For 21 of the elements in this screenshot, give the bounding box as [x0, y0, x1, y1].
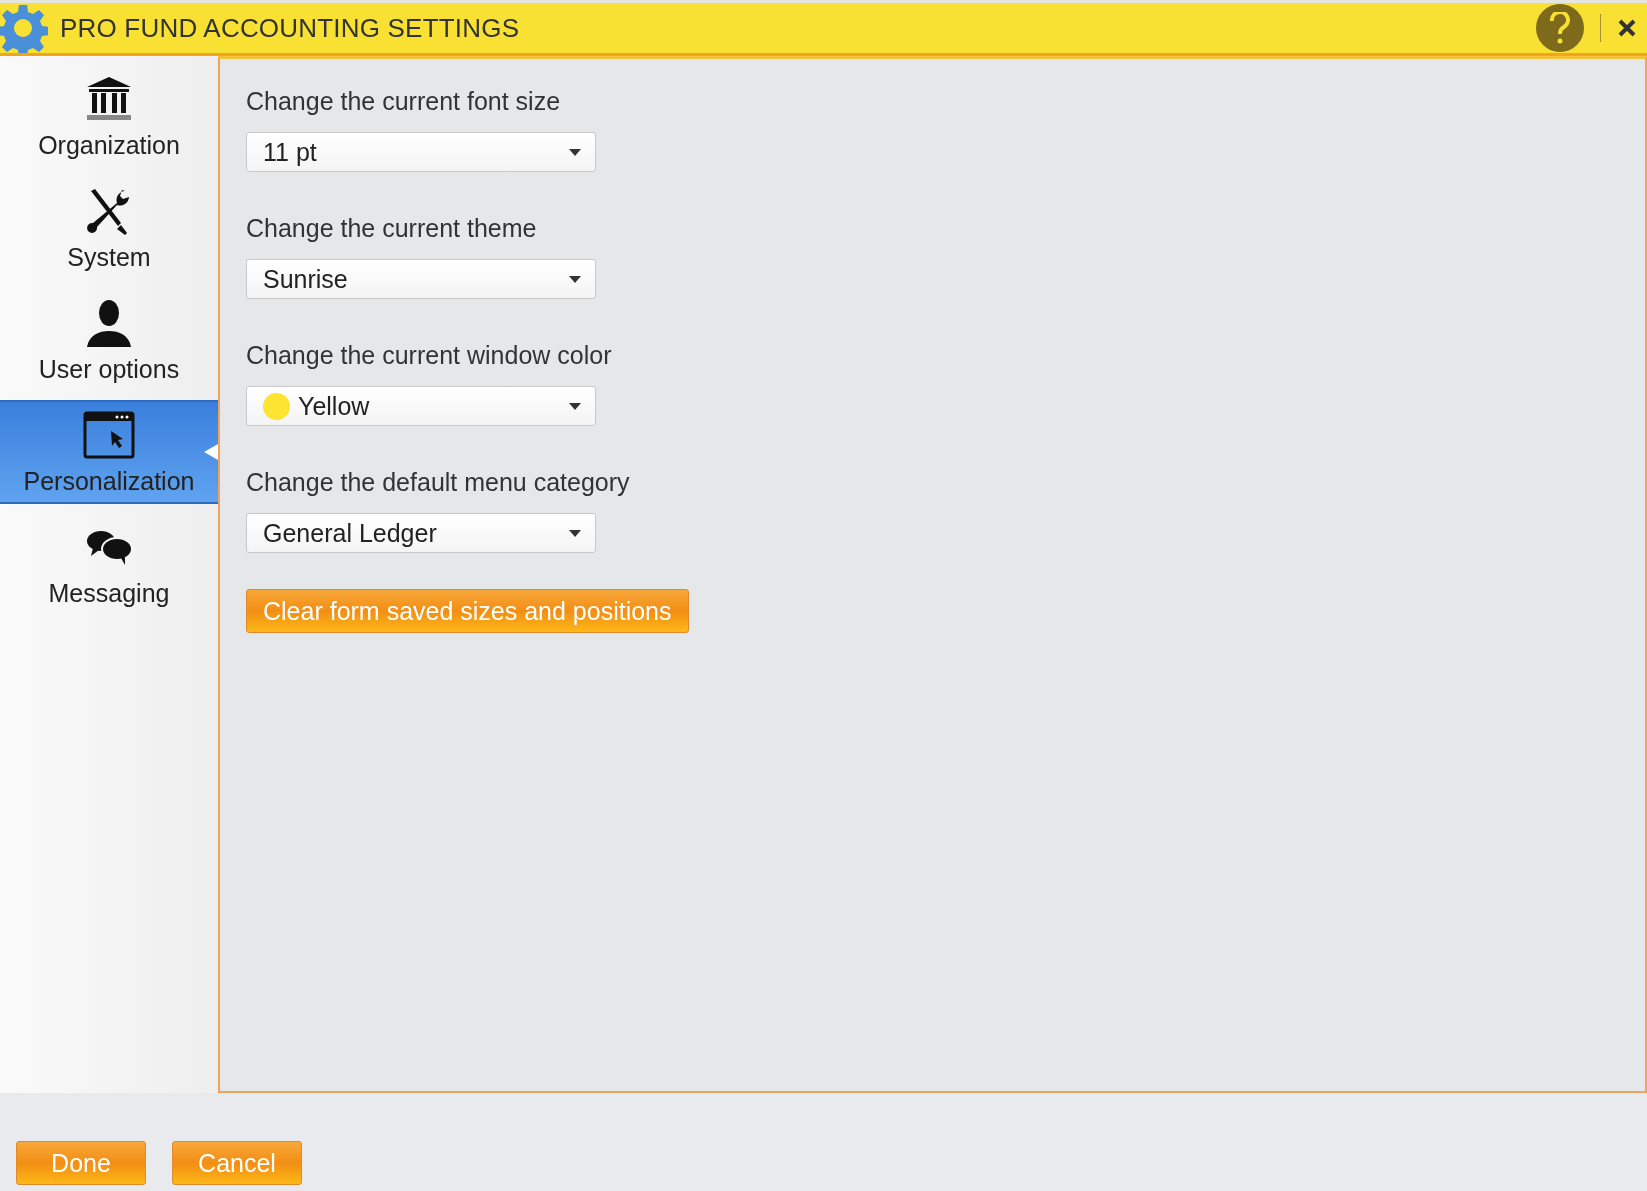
setting-label: Change the current font size	[246, 87, 561, 116]
setting-label: Change the current window color	[246, 341, 612, 370]
close-icon	[1617, 18, 1637, 38]
question-mark-icon	[1549, 12, 1571, 44]
setting-label: Change the current theme	[246, 214, 537, 243]
setting-label: Change the default menu category	[246, 468, 630, 497]
dropdown[interactable]: Sunrise	[246, 259, 596, 299]
sidebar-item[interactable]: System	[0, 176, 218, 280]
caret-icon	[569, 148, 581, 156]
caret-icon	[569, 529, 581, 537]
caret-icon	[569, 402, 581, 410]
sidebar-item[interactable]: Organization	[0, 64, 218, 168]
window-title: PRO FUND ACCOUNTING SETTINGS	[60, 12, 521, 44]
sidebar-item[interactable]: User options	[0, 288, 218, 392]
dropdown[interactable]: 11 pt	[246, 132, 596, 172]
dropdown[interactable]: Yellow	[246, 386, 596, 426]
sidebar-item[interactable]: Personalization	[0, 400, 218, 504]
help-button[interactable]	[1536, 4, 1584, 52]
sidebar-item[interactable]: Messaging	[0, 512, 218, 616]
caret-icon	[569, 275, 581, 283]
dropdown[interactable]: General Ledger	[246, 513, 596, 553]
